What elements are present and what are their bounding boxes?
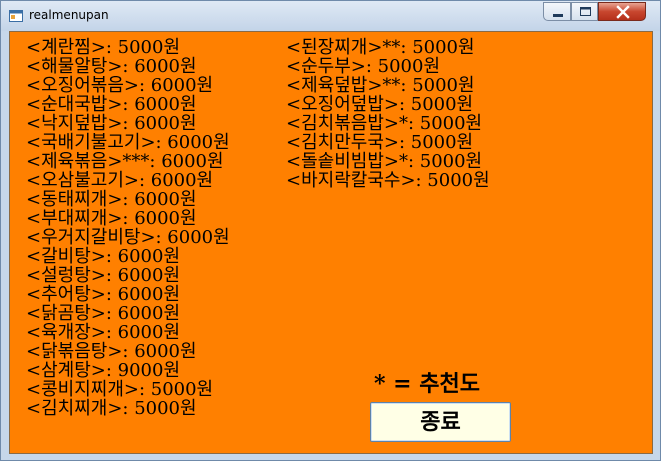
menu-item-yukgaejang: <육개장>: 6000원 (26, 322, 180, 343)
menu-item-kongbiji-jjigae: <콩비지찌개>: 5000원 (26, 379, 214, 400)
maximize-icon (580, 7, 591, 16)
menu-item-kimchi-mandu-guk: <김치만두국>: 5000원 (286, 132, 474, 153)
menu-item-seolleongtang: <설렁탕>: 6000원 (26, 265, 180, 286)
menu-item-nakji-deopbap: <낙지덮밥>: 6000원 (26, 113, 197, 134)
menu-item-galbitang: <갈비탕>: 6000원 (26, 246, 180, 267)
menu-item-dakbokkeumtang: <닭볶음탕>: 6000원 (26, 341, 197, 362)
menu-item-dongtae-jjigae: <동태찌개>: 6000원 (26, 189, 197, 210)
menu-item-ojingeo-bokkeum: <오징어볶음>: 6000원 (26, 75, 214, 96)
exit-button[interactable]: 종료 (370, 402, 511, 442)
menu-item-chueotang: <추어탕>: 6000원 (26, 284, 180, 305)
menu-item-dolsot-bibimbap: <돌솥비빔밥>*: 5000원 (286, 151, 483, 172)
menu-item-bajirak-kalguksu: <바지락칼국수>: 5000원 (286, 170, 490, 191)
menu-item-jeyuk-deopbap: <제육덮밥>**: 5000원 (286, 75, 475, 96)
menu-item-ugeoji-galbitang: <우거지갈비탕>: 6000원 (26, 227, 230, 248)
menu-item-kimchi-jjigae: <김치찌개>: 5000원 (26, 398, 197, 419)
menu-item-haemul-altang: <해물알탕>: 6000원 (26, 56, 197, 77)
menu-item-dakgomtang: <닭곰탕>: 6000원 (26, 303, 180, 324)
menu-item-samgyetang: <삼계탕>: 9000원 (26, 360, 180, 381)
maximize-button[interactable] (571, 2, 598, 21)
menu-item-osam-bulgogi: <오삼불고기>: 6000원 (26, 170, 214, 191)
close-button[interactable] (598, 2, 646, 21)
menu-item-gukbaegi-bulgogi: <국배기불고기>: 6000원 (26, 132, 230, 153)
title-bar[interactable]: realmenupan (1, 1, 660, 31)
menu-item-jeyuk-bokkeum: <제육볶음>***: 6000원 (26, 151, 224, 172)
recommendation-legend: * = 추천도 (374, 371, 480, 397)
close-icon (616, 5, 630, 19)
app-window: realmenupan <계란찜>: 5000원 <해물알탕>: 6000원 <… (0, 0, 661, 461)
menu-panel: <계란찜>: 5000원 <해물알탕>: 6000원 <오징어볶음>: 6000… (9, 31, 653, 454)
minimize-icon (553, 14, 563, 17)
app-window-icon (9, 10, 23, 22)
menu-item-kimchi-bokkeumbap: <김치볶음밥>*: 5000원 (286, 113, 483, 134)
minimize-button[interactable] (543, 2, 571, 21)
menu-item-gyeranjjim: <계란찜>: 5000원 (26, 37, 180, 58)
window-title: realmenupan (29, 8, 109, 22)
menu-item-ojingeo-deopbap: <오징어덮밥>: 5000원 (286, 94, 474, 115)
menu-item-budae-jjigae: <부대찌개>: 6000원 (26, 208, 197, 229)
menu-item-sundubu: <순두부>: 5000원 (286, 56, 440, 77)
menu-item-sundae-gukbap: <순대국밥>: 6000원 (26, 94, 197, 115)
menu-item-doenjang-jjigae: <된장찌개>**: 5000원 (286, 37, 475, 58)
